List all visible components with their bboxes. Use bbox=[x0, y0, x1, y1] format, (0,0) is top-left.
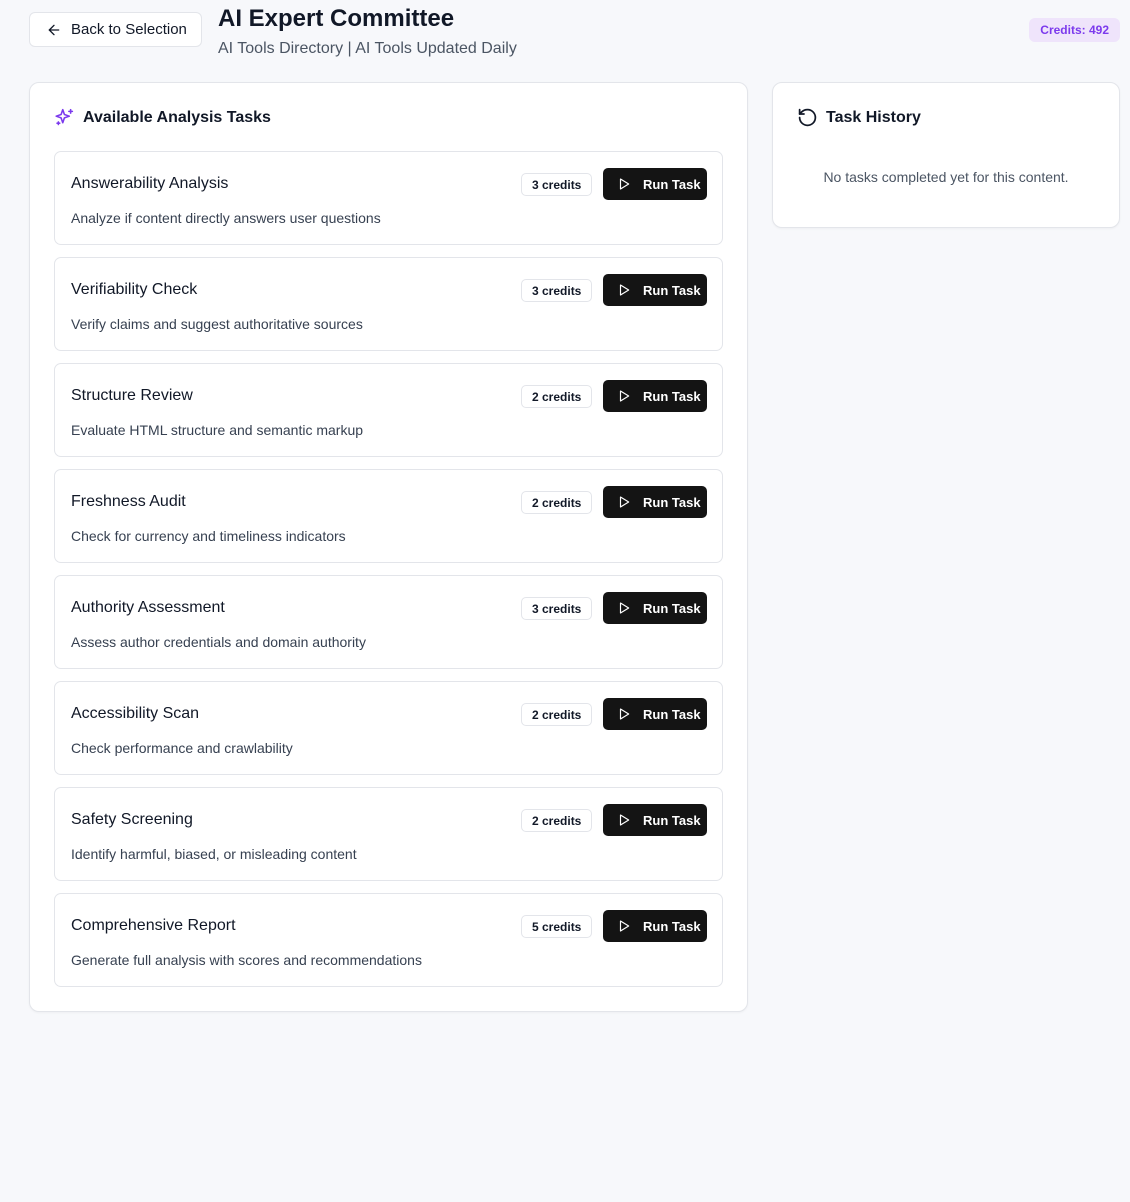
play-icon bbox=[619, 814, 630, 826]
task-title: Answerability Analysis bbox=[71, 175, 229, 192]
page: Back to Selection AI Expert Committee AI… bbox=[0, 0, 1130, 1202]
tasks-panel-header: Available Analysis Tasks bbox=[54, 107, 271, 128]
run-task-label: Run Task bbox=[643, 706, 701, 722]
history-panel-header: Task History bbox=[797, 107, 921, 128]
run-task-button[interactable]: Run Task bbox=[603, 168, 707, 200]
run-task-label: Run Task bbox=[643, 600, 701, 616]
run-task-button[interactable]: Run Task bbox=[603, 274, 707, 306]
task-credits-badge: 3 credits bbox=[521, 597, 593, 620]
run-task-button[interactable]: Run Task bbox=[603, 910, 707, 942]
page-subtitle: AI Tools Directory | AI Tools Updated Da… bbox=[218, 40, 517, 57]
task-description: Check performance and crawlability bbox=[71, 740, 293, 756]
task-title: Comprehensive Report bbox=[71, 917, 236, 934]
run-task-label: Run Task bbox=[643, 494, 701, 510]
run-task-button[interactable]: Run Task bbox=[603, 804, 707, 836]
run-task-label: Run Task bbox=[643, 388, 701, 404]
task-item-freshness: Freshness Audit 2 credits Run Task Check… bbox=[54, 469, 723, 563]
task-description: Verify claims and suggest authoritative … bbox=[71, 316, 363, 332]
task-description: Generate full analysis with scores and r… bbox=[71, 952, 422, 968]
task-credits-badge: 3 credits bbox=[521, 173, 593, 196]
task-description: Analyze if content directly answers user… bbox=[71, 210, 381, 226]
sparkles-icon bbox=[55, 108, 74, 126]
play-icon bbox=[619, 284, 630, 296]
task-item-answerability: Answerability Analysis 3 credits Run Tas… bbox=[54, 151, 723, 245]
task-credits-badge: 2 credits bbox=[521, 491, 593, 514]
task-description: Assess author credentials and domain aut… bbox=[71, 634, 366, 650]
task-item-verifiability: Verifiability Check 3 credits Run Task V… bbox=[54, 257, 723, 351]
task-description: Check for currency and timeliness indica… bbox=[71, 528, 346, 544]
run-task-button[interactable]: Run Task bbox=[603, 698, 707, 730]
task-credits-badge: 2 credits bbox=[521, 703, 593, 726]
run-task-label: Run Task bbox=[643, 282, 701, 298]
play-icon bbox=[619, 920, 630, 932]
play-icon bbox=[619, 178, 630, 190]
task-credits-badge: 2 credits bbox=[521, 809, 593, 832]
rotate-ccw-icon bbox=[798, 108, 817, 127]
task-history-panel: Task History No tasks completed yet for … bbox=[772, 82, 1120, 228]
play-icon bbox=[619, 602, 630, 614]
run-task-label: Run Task bbox=[643, 176, 701, 192]
back-to-selection-button[interactable]: Back to Selection bbox=[29, 12, 202, 47]
arrow-left-icon bbox=[48, 24, 60, 35]
available-tasks-panel: Available Analysis Tasks Answerability A… bbox=[29, 82, 748, 1012]
run-task-label: Run Task bbox=[643, 812, 701, 828]
task-credits-badge: 2 credits bbox=[521, 385, 593, 408]
task-credits-badge: 3 credits bbox=[521, 279, 593, 302]
task-credits-badge: 5 credits bbox=[521, 915, 593, 938]
task-item-safety: Safety Screening 2 credits Run Task Iden… bbox=[54, 787, 723, 881]
title-block: AI Expert Committee AI Tools Directory |… bbox=[218, 6, 517, 59]
history-panel-title: Task History bbox=[826, 108, 921, 126]
task-item-authority: Authority Assessment 3 credits Run Task … bbox=[54, 575, 723, 669]
task-title: Authority Assessment bbox=[71, 599, 225, 616]
history-empty-message: No tasks completed yet for this content. bbox=[823, 169, 1069, 185]
task-item-comprehensive: Comprehensive Report 5 credits Run Task … bbox=[54, 893, 723, 987]
play-icon bbox=[619, 708, 630, 720]
run-task-button[interactable]: Run Task bbox=[603, 592, 707, 624]
task-title: Accessibility Scan bbox=[71, 705, 200, 722]
task-title: Structure Review bbox=[71, 387, 193, 404]
run-task-label: Run Task bbox=[643, 918, 701, 934]
task-title: Verifiability Check bbox=[71, 281, 198, 298]
tasks-panel-title: Available Analysis Tasks bbox=[83, 108, 271, 126]
task-description: Identify harmful, biased, or misleading … bbox=[71, 846, 357, 862]
run-task-button[interactable]: Run Task bbox=[603, 380, 707, 412]
back-button-label: Back to Selection bbox=[71, 21, 187, 38]
task-item-accessibility: Accessibility Scan 2 credits Run Task Ch… bbox=[54, 681, 723, 775]
task-list: Answerability Analysis 3 credits Run Tas… bbox=[54, 151, 723, 999]
play-icon bbox=[619, 496, 630, 508]
task-item-structure: Structure Review 2 credits Run Task Eval… bbox=[54, 363, 723, 457]
page-title: AI Expert Committee bbox=[218, 5, 455, 32]
task-title: Safety Screening bbox=[71, 811, 193, 828]
task-title: Freshness Audit bbox=[71, 493, 186, 510]
credits-badge: Credits: 492 bbox=[1029, 18, 1120, 42]
task-description: Evaluate HTML structure and semantic mar… bbox=[71, 422, 364, 438]
play-icon bbox=[619, 390, 630, 402]
run-task-button[interactable]: Run Task bbox=[603, 486, 707, 518]
